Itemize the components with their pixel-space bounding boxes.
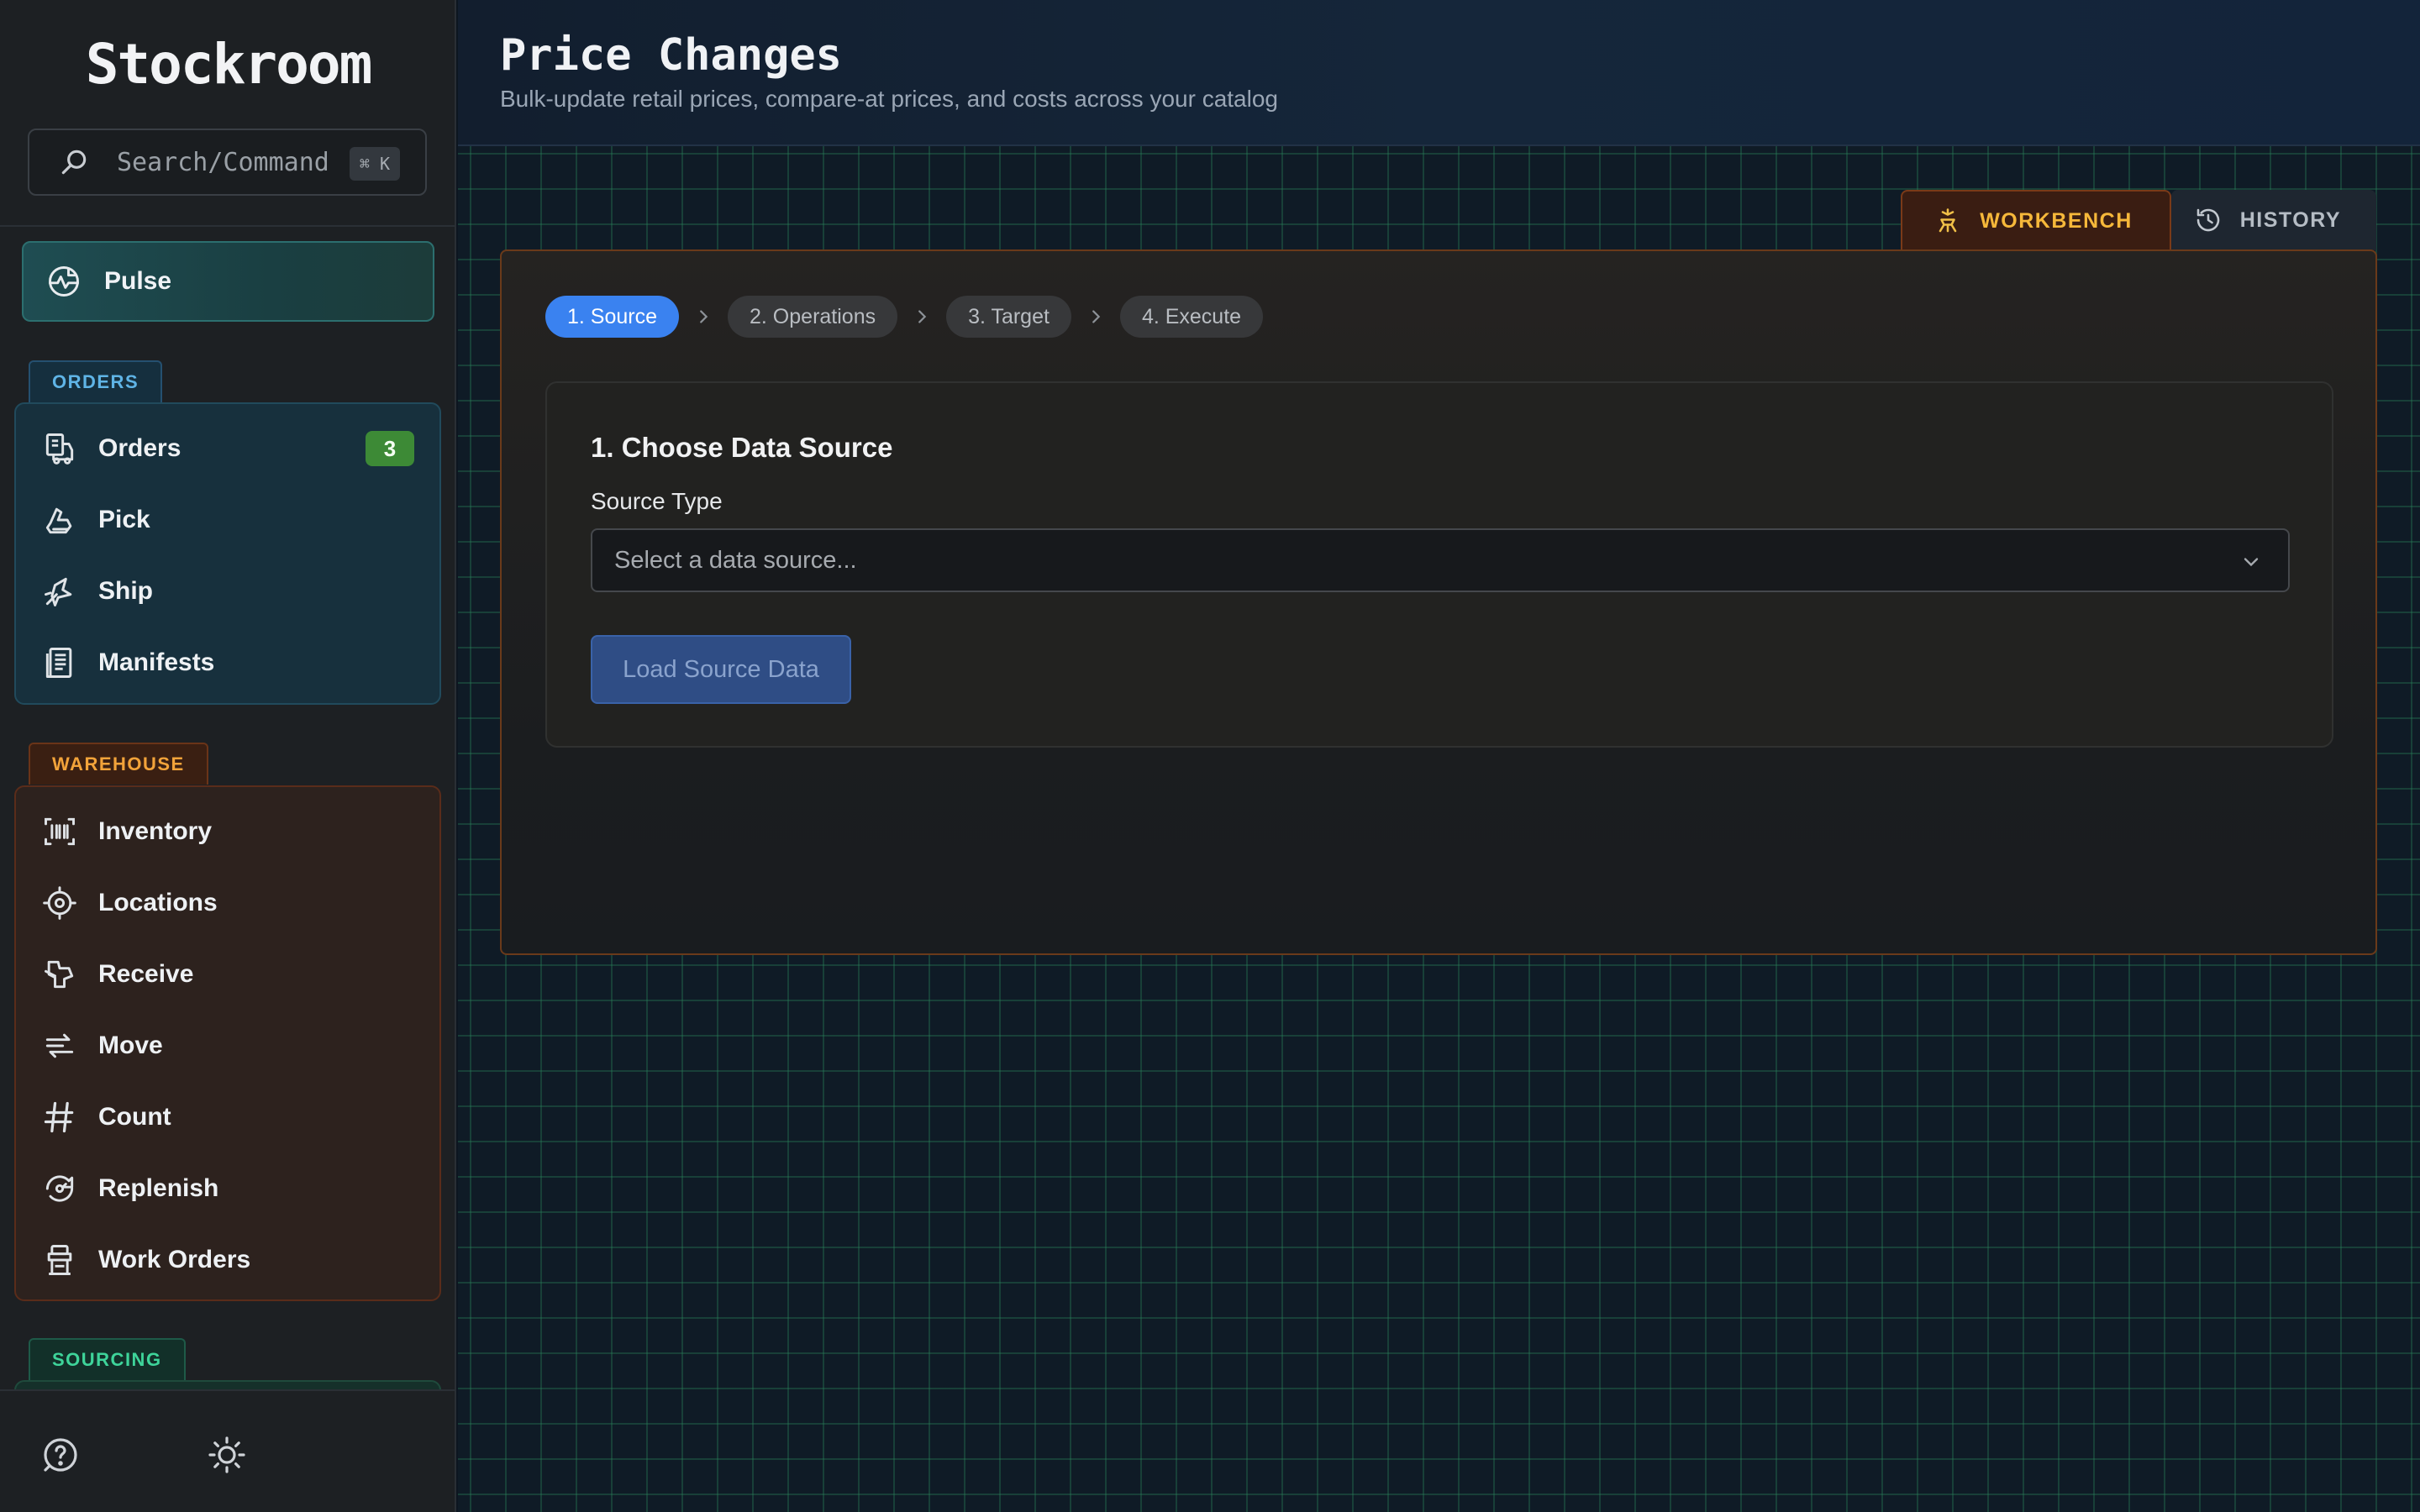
sidebar-item-count[interactable]: Count: [16, 1081, 439, 1152]
search-input[interactable]: Search/Command ⌘ K: [28, 129, 427, 196]
load-source-data-button[interactable]: Load Source Data: [591, 635, 851, 704]
source-type-label: Source Type: [591, 488, 723, 514]
section-tag-orders: ORDERS: [29, 360, 163, 402]
sidebar-item-orders[interactable]: Orders 3: [16, 412, 439, 484]
sidebar-item-manifests[interactable]: Manifests: [16, 627, 439, 698]
chevron-right-icon: [700, 310, 708, 323]
sidebar-item-pulse[interactable]: Pulse: [22, 241, 434, 322]
nav-group-warehouse: Inventory Locations Receive Move Count R…: [14, 785, 441, 1301]
section-tag-warehouse: WAREHOUSE: [29, 743, 208, 785]
workbench-card: 1. Source 2. Operations 3. Target 4. Exe…: [500, 249, 2377, 955]
sidebar: Stockroom Search/Command ⌘ K Pulse ORDER…: [0, 0, 456, 1512]
tab-label: HISTORY: [2239, 207, 2341, 232]
orders-icon: [45, 433, 74, 465]
sidebar-item-move[interactable]: Move: [16, 1010, 439, 1081]
page-subtitle: Bulk-update retail prices, compare-at pr…: [500, 86, 1278, 112]
tab-history[interactable]: HISTORY: [2170, 190, 2376, 250]
step-execute[interactable]: 4. Execute: [1119, 296, 1264, 338]
source-panel: 1. Choose Data Source Source Type Select…: [545, 381, 2333, 748]
nav-group-orders: Orders 3 Pick Ship Manifests: [14, 402, 441, 705]
sidebar-item-label: Pick: [98, 505, 150, 533]
sun-icon[interactable]: [207, 1435, 247, 1475]
divider: [0, 225, 455, 227]
sidebar-item-label: Work Orders: [98, 1245, 251, 1273]
main-content: Price Changes Bulk-update retail prices,…: [458, 0, 2420, 1512]
tab-label: WORKBENCH: [1980, 208, 2133, 233]
move-icon: [45, 1033, 74, 1058]
wizard-steps: 1. Source 2. Operations 3. Target 4. Exe…: [545, 296, 1264, 338]
sidebar-item-label: Receive: [98, 959, 194, 988]
sidebar-item-label: Ship: [98, 576, 153, 605]
sidebar-item-locations[interactable]: Locations: [16, 867, 439, 938]
target-icon: [43, 885, 76, 920]
search-icon: [61, 150, 87, 175]
shortcut-hint: ⌘ K: [349, 147, 400, 181]
pulse-icon: [49, 266, 79, 297]
chevron-down-icon: [2244, 558, 2259, 567]
sidebar-item-replenish[interactable]: Replenish: [16, 1152, 439, 1224]
sidebar-item-pick[interactable]: Pick: [16, 484, 439, 555]
step-target[interactable]: 3. Target: [946, 296, 1071, 338]
sidebar-item-label: Count: [98, 1102, 171, 1131]
section-tag-sourcing: SOURCING: [29, 1338, 186, 1380]
sidebar-item-label: Replenish: [98, 1173, 219, 1202]
sidebar-item-label: Locations: [98, 888, 218, 916]
history-icon: [2196, 208, 2220, 232]
panel-title: 1. Choose Data Source: [591, 432, 893, 463]
hash-icon: [44, 1101, 74, 1132]
sidebar-item-receive[interactable]: Receive: [16, 938, 439, 1010]
help-icon[interactable]: [40, 1435, 81, 1475]
replenish-icon: [45, 1174, 74, 1202]
sidebar-item-label: Orders: [98, 433, 182, 462]
view-tabs: WORKBENCH HISTORY: [1901, 190, 2376, 250]
page-header: Price Changes Bulk-update retail prices,…: [458, 0, 2420, 146]
sidebar-item-label: Inventory: [98, 816, 213, 845]
work-orders-icon: [47, 1244, 72, 1275]
sidebar-item-inventory[interactable]: Inventory: [16, 795, 439, 867]
sidebar-item-ship[interactable]: Ship: [16, 555, 439, 627]
manifests-icon: [45, 647, 72, 678]
step-operations[interactable]: 2. Operations: [728, 296, 898, 338]
sidebar-footer: [0, 1389, 455, 1512]
chevron-right-icon: [918, 310, 927, 323]
sidebar-item-label: Manifests: [98, 648, 215, 676]
sidebar-item-work-orders[interactable]: Work Orders: [16, 1224, 439, 1295]
brand-logo: Stockroom: [85, 32, 373, 97]
search-placeholder: Search/Command: [117, 147, 329, 177]
workbench-icon: [1939, 208, 1957, 233]
page-title: Price Changes: [500, 30, 842, 81]
source-type-select[interactable]: Select a data source...: [591, 528, 2290, 592]
tab-workbench[interactable]: WORKBENCH: [1901, 190, 2171, 250]
sidebar-item-label: Pulse: [104, 267, 172, 295]
sidebar-item-label: Move: [98, 1031, 163, 1059]
step-source[interactable]: 1. Source: [545, 296, 680, 338]
orders-count-badge: 3: [366, 431, 414, 466]
barcode-icon: [45, 817, 75, 845]
select-placeholder: Select a data source...: [614, 546, 857, 574]
ship-icon: [45, 577, 72, 606]
chevron-right-icon: [1092, 310, 1101, 323]
receive-icon: [45, 960, 74, 988]
pick-icon: [45, 507, 72, 533]
